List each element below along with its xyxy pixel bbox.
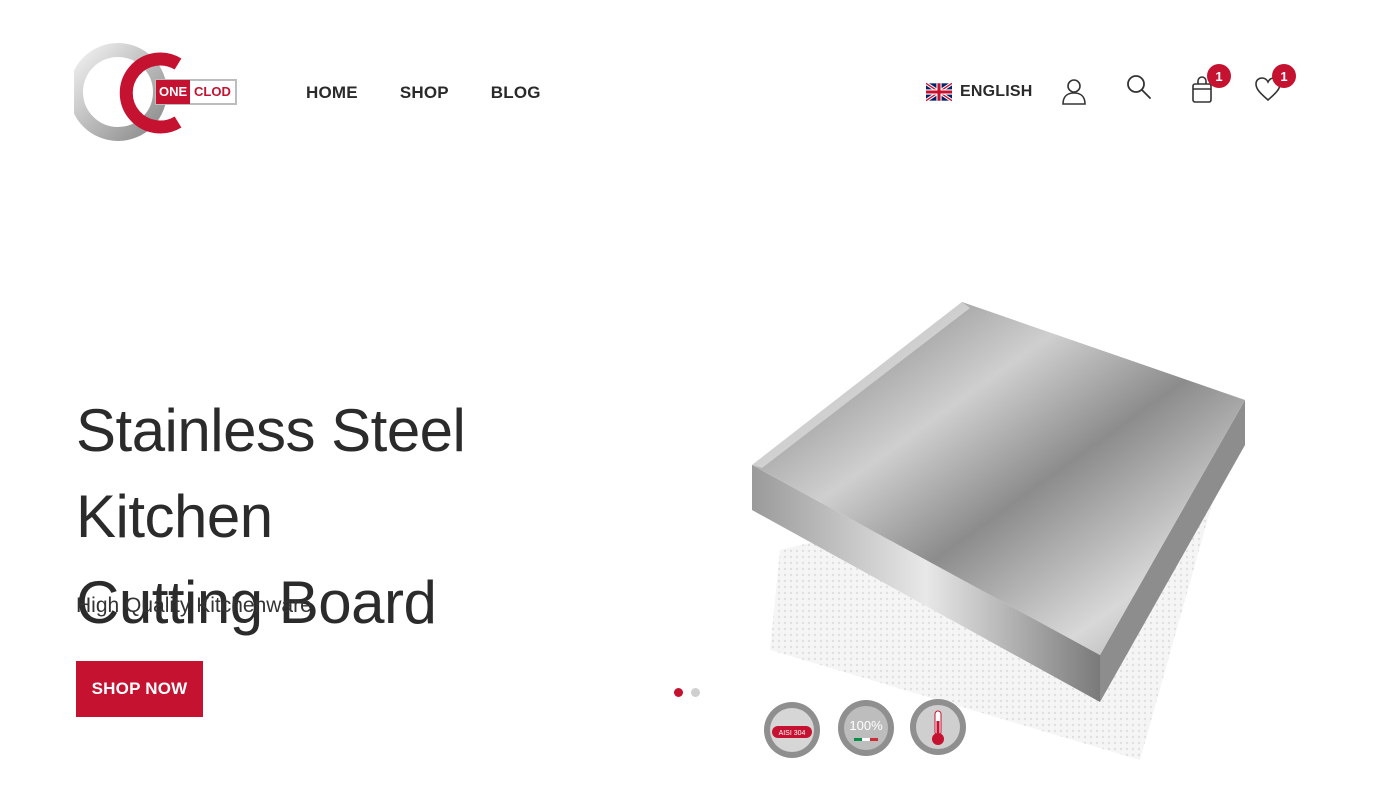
logo-text-two: CLOD: [194, 84, 231, 99]
language-selector[interactable]: ENGLISH: [926, 82, 1033, 102]
percent-badge-text: 100%: [849, 718, 883, 733]
nav-blog[interactable]: BLOG: [491, 83, 541, 103]
shop-now-button[interactable]: SHOP NOW: [76, 661, 203, 717]
account-button[interactable]: [1059, 76, 1089, 106]
aisi-badge: AISI 304: [764, 702, 820, 758]
slide-dot-2[interactable]: [691, 688, 700, 697]
thermometer-icon: [910, 699, 966, 755]
cart-count-badge: 1: [1207, 64, 1231, 88]
main-nav: HOME SHOP BLOG: [306, 83, 541, 103]
user-icon: [1062, 79, 1086, 105]
search-icon: [1127, 75, 1151, 99]
nav-shop[interactable]: SHOP: [400, 83, 449, 103]
site-header: ONE CLOD HOME SHOP BLOG ENGLISH 1 1: [0, 0, 1400, 160]
uk-flag-icon: [926, 82, 952, 102]
logo-text-one: ONE: [159, 84, 188, 99]
aisi-badge-text: AISI 304: [779, 730, 806, 737]
made-in-italy-badge: 100%: [838, 700, 894, 756]
hero-title-line-1: Stainless Steel Kitchen: [76, 397, 466, 550]
nav-home[interactable]: HOME: [306, 83, 358, 103]
language-label: ENGLISH: [960, 83, 1033, 100]
slider-dots: [674, 688, 700, 697]
wishlist-count-badge: 1: [1272, 64, 1296, 88]
hero-subtitle: High Quality Kitchenware: [76, 594, 312, 617]
product-image: [752, 302, 1245, 760]
search-button[interactable]: [1124, 72, 1154, 102]
slide-dot-1[interactable]: [674, 688, 683, 697]
brand-logo[interactable]: ONE CLOD: [69, 38, 240, 146]
